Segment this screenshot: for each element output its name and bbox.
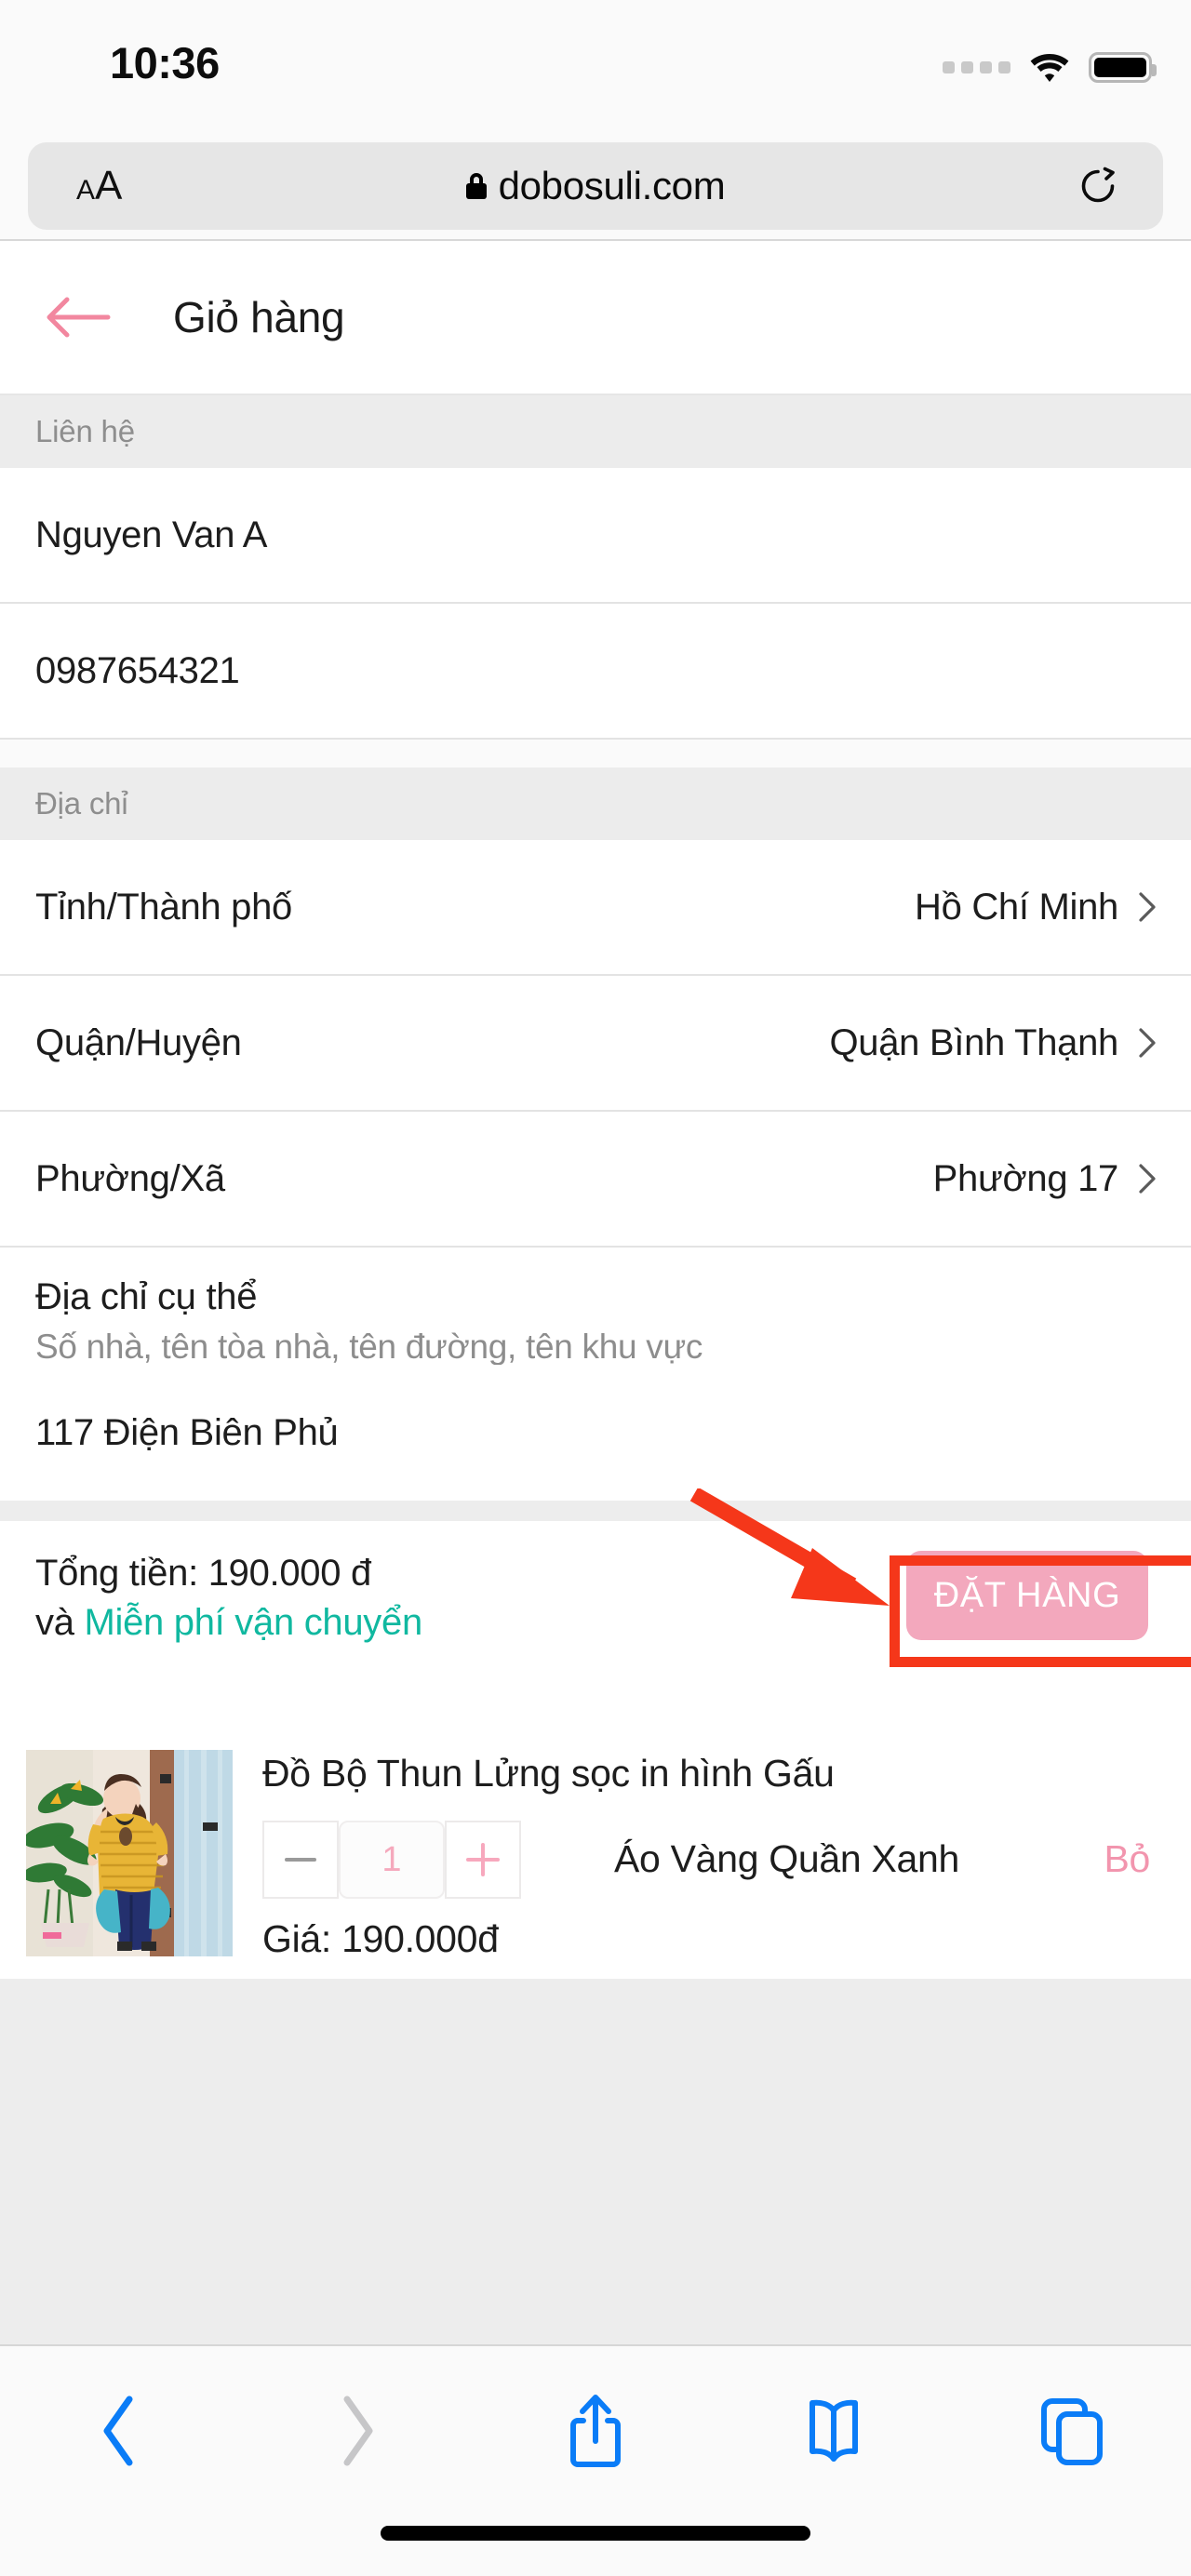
status-bar-time: 10:36 [110, 38, 220, 87]
minus-icon [285, 1858, 316, 1862]
url-field[interactable]: AA dobosuli.com [28, 142, 1163, 230]
address-ward-value: Phường 17 [932, 1157, 1119, 1199]
address-district-label: Quận/Huyện [35, 1021, 242, 1063]
address-ward-label: Phường/Xã [35, 1157, 225, 1199]
page-background-filler [0, 1979, 1191, 2344]
free-shipping-text: Miễn phí vận chuyển [84, 1601, 422, 1643]
home-indicator [381, 2526, 810, 2541]
browser-back-button[interactable] [0, 2380, 238, 2482]
page-header: Giỏ hàng [0, 241, 1191, 394]
quantity-decrease-button[interactable] [262, 1821, 339, 1899]
address-ward-row[interactable]: Phường/Xã Phường 17 [0, 1112, 1191, 1248]
page-title: Giỏ hàng [173, 293, 345, 341]
address-detail-header: Địa chỉ cụ thể Số nhà, tên tòa nhà, tên … [0, 1248, 1191, 1366]
section-gap [0, 1501, 1191, 1521]
cart-item-price: Giá: 190.000đ [262, 1917, 499, 1960]
battery-full-icon [1089, 52, 1157, 83]
address-province-label: Tỉnh/Thành phố [35, 886, 292, 928]
contact-name-value: Nguyen Van A [35, 514, 268, 555]
quantity-increase-button[interactable] [445, 1821, 521, 1899]
cart-item-remove-button[interactable]: Bỏ [1104, 1837, 1150, 1881]
order-summary-text: Tổng tiền: 190.000 đ và Miễn phí vận chu… [35, 1549, 422, 1648]
chevron-right-icon [1139, 1028, 1156, 1058]
url-text: dobosuli.com [498, 164, 726, 207]
status-bar: 10:36 [0, 0, 1191, 135]
cart-item-row: Đồ Bộ Thun Lửng sọc in hình Gấu 1 Áo Vàn… [0, 1728, 1191, 1979]
quantity-value[interactable]: 1 [339, 1821, 445, 1899]
signal-dots-icon [943, 61, 1010, 73]
cart-item-name: Đồ Bộ Thun Lửng sọc in hình Gấu [262, 1752, 835, 1795]
chevron-right-icon [1139, 892, 1156, 922]
share-icon[interactable] [476, 2380, 715, 2482]
url-display[interactable]: dobosuli.com [28, 164, 1163, 208]
order-summary-bar: Tổng tiền: 190.000 đ và Miễn phí vận chu… [0, 1521, 1191, 1728]
address-section-header: Địa chỉ [0, 767, 1191, 840]
lock-icon [465, 173, 487, 199]
address-detail-field[interactable]: 117 Điện Biên Phủ [0, 1365, 1191, 1501]
phone-screen: 10:36 AA dobosuli.com Giỏ hàng Liên hệ N… [0, 0, 1191, 2576]
place-order-button[interactable]: ĐẶT HÀNG [906, 1551, 1148, 1640]
plus-icon [466, 1843, 500, 1876]
browser-url-bar: AA dobosuli.com [0, 135, 1191, 239]
cart-item-thumbnail[interactable] [26, 1750, 233, 1956]
contact-section-header: Liên hệ [0, 395, 1191, 468]
shipping-prefix: và [35, 1601, 85, 1643]
address-detail-hint: Số nhà, tên tòa nhà, tên đường, tên khu … [35, 1328, 703, 1366]
address-detail-title: Địa chỉ cụ thể [35, 1276, 258, 1317]
tabs-icon[interactable] [953, 2380, 1191, 2482]
contact-phone-field[interactable]: 0987654321 [0, 604, 1191, 740]
wifi-icon [1029, 53, 1070, 83]
quantity-stepper[interactable]: 1 [262, 1821, 521, 1899]
contact-phone-value: 0987654321 [35, 649, 240, 691]
bookmarks-icon[interactable] [715, 2380, 953, 2482]
address-detail-value: 117 Điện Biên Phủ [35, 1411, 339, 1453]
browser-toolbar [0, 2344, 1191, 2576]
address-province-value: Hồ Chí Minh [914, 886, 1118, 928]
reload-icon[interactable] [1077, 166, 1118, 207]
contact-name-field[interactable]: Nguyen Van A [0, 468, 1191, 604]
status-bar-indicators [943, 52, 1157, 83]
shipping-line: và Miễn phí vận chuyển [35, 1598, 422, 1648]
cart-item-variant: Áo Vàng Quần Xanh [614, 1837, 960, 1880]
arrow-left-icon[interactable] [45, 292, 112, 342]
chevron-right-icon [1139, 1164, 1156, 1194]
total-amount-label: Tổng tiền: 190.000 đ [35, 1553, 371, 1594]
address-province-row[interactable]: Tỉnh/Thành phố Hồ Chí Minh [0, 840, 1191, 976]
address-district-row[interactable]: Quận/Huyện Quận Bình Thạnh [0, 976, 1191, 1112]
address-district-value: Quận Bình Thạnh [829, 1021, 1118, 1063]
browser-forward-button[interactable] [238, 2380, 476, 2482]
